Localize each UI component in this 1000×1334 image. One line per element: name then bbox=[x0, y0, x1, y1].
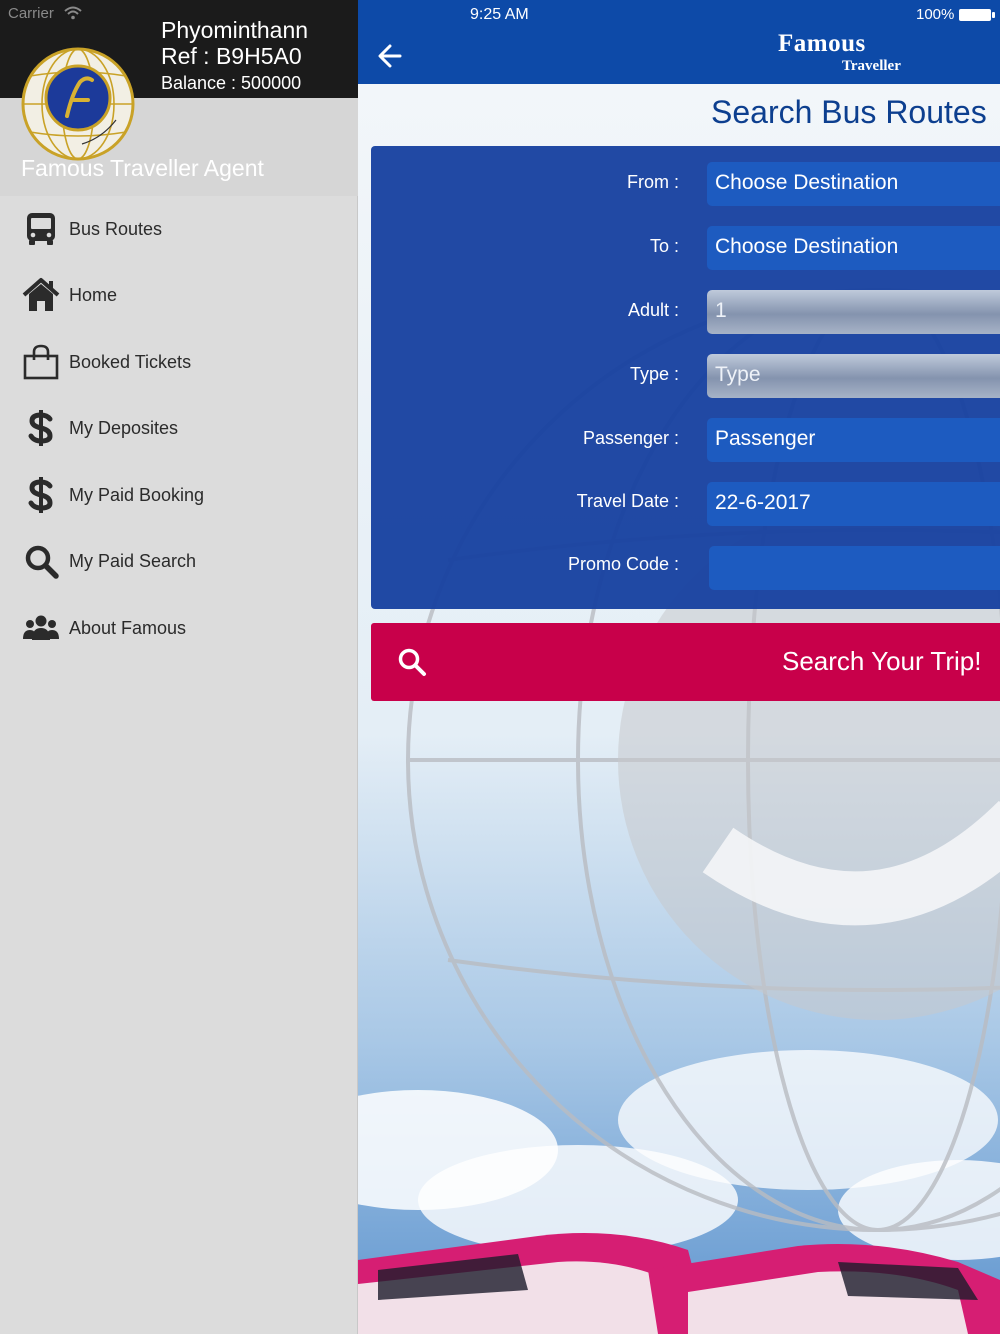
sidebar-item-bus-routes[interactable]: Bus Routes bbox=[0, 198, 357, 258]
adult-count-field[interactable]: 1 bbox=[707, 290, 1000, 334]
sidebar-item-my-paid-booking[interactable]: My Paid Booking bbox=[0, 464, 357, 524]
battery-percentage: 100% bbox=[916, 6, 955, 23]
sidebar-item-label: About Famous bbox=[69, 618, 187, 638]
sidebar-item-my-paid-search[interactable]: My Paid Search bbox=[0, 530, 357, 590]
sidebar-item-label: My Paid Search bbox=[69, 551, 197, 571]
passenger-label: Passenger : bbox=[582, 428, 679, 448]
brand-name: Famous bbox=[778, 30, 866, 57]
sidebar-item-about-famous[interactable]: About Famous bbox=[0, 597, 357, 657]
to-label: To : bbox=[649, 236, 679, 256]
sidebar-item-label: My Deposites bbox=[69, 418, 179, 438]
sidebar-item-label: Bus Routes bbox=[69, 219, 163, 239]
search-form: From : Choose Destination To : Choose De… bbox=[371, 146, 1000, 609]
promo-code-label: Promo Code : bbox=[567, 554, 679, 574]
battery-icon bbox=[959, 9, 995, 21]
status-time: 9:25 AM bbox=[470, 6, 529, 23]
search-trip-button[interactable]: Search Your Trip! bbox=[371, 623, 1000, 701]
shopping-bag-icon bbox=[23, 344, 59, 380]
bus-icon bbox=[27, 213, 55, 245]
dollar-icon bbox=[28, 477, 53, 513]
carrier-name: Carrier bbox=[8, 5, 54, 22]
search-icon bbox=[398, 648, 426, 676]
brand-subname: Traveller bbox=[842, 58, 901, 74]
sidebar-drawer: Carrier Phyominthann Ref : B9H5A0 Balanc… bbox=[0, 0, 358, 1334]
from-destination-select[interactable]: Choose Destination bbox=[707, 162, 1000, 206]
back-arrow-icon[interactable] bbox=[372, 38, 408, 74]
brand-logo: Famous Traveller bbox=[758, 28, 938, 80]
type-select[interactable]: Type bbox=[707, 354, 1000, 398]
sidebar-item-label: My Paid Booking bbox=[69, 485, 205, 505]
user-balance: Balance : 500000 bbox=[161, 73, 302, 93]
agent-title: Famous Traveller Agent bbox=[21, 155, 264, 181]
passenger-select[interactable]: Passenger bbox=[707, 418, 1000, 462]
wifi-icon bbox=[64, 6, 82, 20]
adult-label: Adult : bbox=[627, 300, 679, 320]
dollar-icon bbox=[28, 410, 53, 446]
home-icon bbox=[22, 278, 60, 311]
sidebar-item-label: Booked Tickets bbox=[69, 352, 192, 372]
sidebar-item-home[interactable]: Home bbox=[0, 264, 357, 324]
sidebar-header: Carrier Phyominthann Ref : B9H5A0 Balanc… bbox=[0, 0, 358, 196]
travel-date-label: Travel Date : bbox=[576, 491, 679, 511]
sidebar-item-my-deposites[interactable]: My Deposites bbox=[0, 397, 357, 457]
page-title: Search Bus Routes bbox=[711, 94, 987, 130]
user-reference: Ref : B9H5A0 bbox=[161, 43, 302, 69]
search-trip-label: Search Your Trip! bbox=[782, 646, 982, 676]
travel-date-field[interactable]: 22-6-2017 bbox=[707, 482, 1000, 526]
navigation-bar: 9:25 AM 100% Famous Traveller bbox=[358, 0, 1000, 84]
sidebar-item-label: Home bbox=[69, 285, 118, 305]
people-icon bbox=[23, 615, 59, 640]
sidebar-item-booked-tickets[interactable]: Booked Tickets bbox=[0, 331, 357, 391]
user-name: Phyominthann bbox=[161, 17, 309, 43]
type-label: Type : bbox=[629, 364, 679, 384]
famous-traveller-logo bbox=[21, 47, 135, 161]
to-destination-select[interactable]: Choose Destination bbox=[707, 226, 1000, 270]
main-panel: 9:25 AM 100% Famous Traveller Search Bus… bbox=[358, 0, 1000, 1334]
magnifier-icon bbox=[25, 545, 59, 579]
promo-code-input[interactable] bbox=[709, 546, 1000, 590]
from-label: From : bbox=[627, 172, 679, 192]
